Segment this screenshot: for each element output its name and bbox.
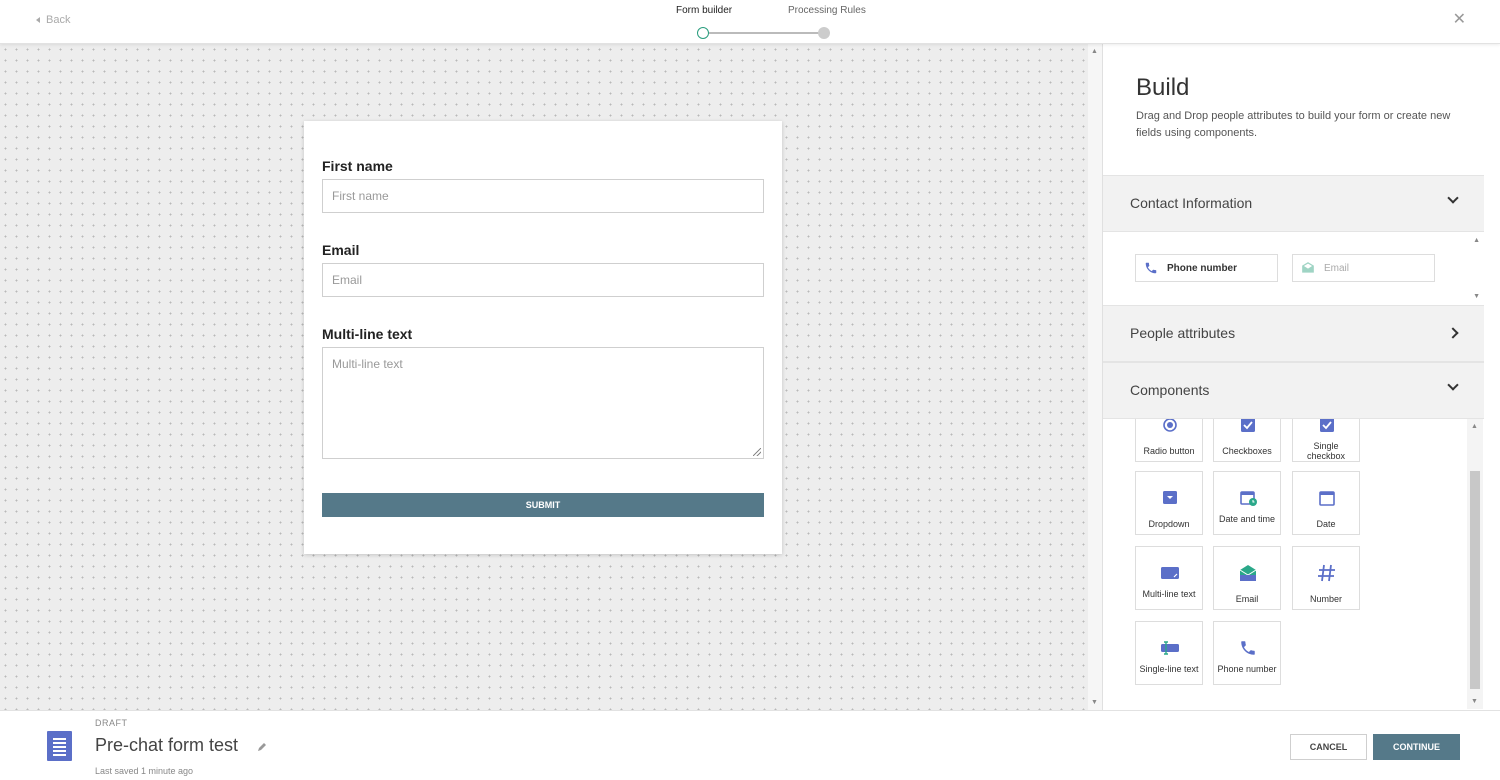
close-icon[interactable]: ✕ — [1453, 12, 1466, 28]
form-name: Pre-chat form test — [95, 735, 239, 755]
component-label: Multi-line text — [1142, 589, 1196, 599]
attribute-label: Phone number — [1167, 262, 1238, 274]
section-title: Contact Information — [1130, 195, 1253, 211]
component-checkboxes[interactable]: Checkboxes — [1213, 419, 1281, 462]
component-label: Date and time — [1218, 514, 1276, 524]
scroll-down-icon[interactable]: ▼ — [1091, 699, 1098, 706]
components-grid: Radio button Checkboxes Single checkbox … — [1103, 419, 1484, 709]
form-canvas: First name First name Email Email Multi-… — [0, 44, 1088, 710]
attribute-label: Email — [1324, 262, 1350, 274]
component-date[interactable]: Date — [1292, 471, 1360, 535]
stepper-line — [709, 32, 819, 34]
step-form-builder[interactable]: Form builder — [676, 5, 732, 16]
panel-description: Drag and Drop people attributes to build… — [1136, 110, 1451, 139]
component-label: Checkboxes — [1222, 446, 1272, 456]
first-name-input[interactable]: First name — [322, 179, 764, 213]
canvas-scrollbar[interactable]: ▲ ▼ — [1088, 44, 1102, 710]
component-label: Phone number — [1217, 664, 1277, 674]
component-single-line-text[interactable]: Single-line text — [1135, 621, 1203, 685]
chevron-right-icon — [1447, 327, 1459, 339]
chevron-down-icon — [1447, 192, 1459, 204]
status-badge: DRAFT — [95, 718, 128, 728]
form-document-icon — [47, 731, 72, 761]
component-email[interactable]: Email — [1213, 546, 1281, 610]
phone-icon — [1145, 262, 1157, 274]
checkbox-icon — [1241, 419, 1255, 432]
date-time-icon — [1240, 491, 1257, 506]
attribute-email[interactable]: Email — [1292, 254, 1435, 282]
pencil-icon[interactable] — [257, 742, 267, 752]
component-single-checkbox[interactable]: Single checkbox — [1292, 419, 1360, 462]
contact-attributes-list: Phone number Email ▲ ▼ — [1103, 232, 1484, 305]
component-label: Single checkbox — [1306, 441, 1346, 461]
scroll-down-icon[interactable]: ▼ — [1473, 293, 1480, 300]
envelope-icon — [1239, 565, 1257, 581]
component-multi-line-text[interactable]: Multi-line text — [1135, 546, 1203, 610]
component-label: Single-line text — [1139, 664, 1199, 674]
section-title: Components — [1130, 382, 1210, 398]
text-field-icon — [1161, 641, 1179, 655]
scrollbar-thumb[interactable] — [1470, 471, 1480, 689]
attribute-phone-number[interactable]: Phone number — [1135, 254, 1278, 282]
component-radio-button[interactable]: Radio button — [1135, 419, 1203, 462]
section-title: People attributes — [1130, 325, 1236, 341]
form-preview-card: First name First name Email Email Multi-… — [304, 121, 782, 554]
component-label: Radio button — [1143, 446, 1195, 456]
section-people-attributes[interactable]: People attributes — [1103, 305, 1484, 362]
hash-icon — [1318, 564, 1335, 582]
component-phone-number[interactable]: Phone number — [1213, 621, 1281, 685]
footer-bar: DRAFT Pre-chat form test Last saved 1 mi… — [0, 710, 1500, 780]
last-saved-text: Last saved 1 minute ago — [95, 766, 194, 776]
build-panel: Build Drag and Drop people attributes to… — [1102, 44, 1484, 710]
email-input[interactable]: Email — [322, 263, 764, 297]
components-scrollbar[interactable]: ▲ ▼ — [1467, 419, 1483, 709]
continue-button[interactable]: CONTINUE — [1373, 734, 1460, 760]
dropdown-icon — [1163, 491, 1177, 504]
component-label: Number — [1309, 594, 1342, 604]
back-link[interactable]: Back — [36, 14, 70, 26]
component-label: Email — [1235, 594, 1259, 604]
panel-title: Build — [1136, 74, 1190, 101]
checkbox-icon — [1320, 419, 1334, 432]
resize-grip-icon[interactable] — [753, 448, 761, 456]
scroll-down-icon[interactable]: ▼ — [1471, 698, 1478, 705]
back-label: Back — [46, 14, 71, 26]
section-contact-information[interactable]: Contact Information — [1103, 175, 1484, 232]
step-dot-next[interactable] — [818, 27, 830, 39]
component-number[interactable]: Number — [1292, 546, 1360, 610]
submit-button[interactable]: SUBMIT — [322, 493, 764, 517]
radio-icon — [1163, 419, 1177, 432]
field-label-email: Email — [322, 242, 360, 258]
step-processing-rules[interactable]: Processing Rules — [788, 5, 866, 16]
chevron-left-icon — [36, 17, 40, 23]
calendar-icon — [1319, 491, 1335, 506]
envelope-icon — [1302, 262, 1314, 273]
chevron-down-icon — [1447, 379, 1459, 391]
component-date-and-time[interactable]: Date and time — [1213, 471, 1281, 535]
multiline-placeholder: Multi-line text — [332, 357, 403, 371]
step-dot-current[interactable] — [697, 27, 709, 39]
top-bar: Back Form builder Processing Rules ✕ — [0, 0, 1500, 44]
field-label-first-name: First name — [322, 158, 393, 174]
component-label: Dropdown — [1148, 519, 1190, 529]
scroll-up-icon[interactable]: ▲ — [1471, 423, 1478, 430]
scroll-up-icon[interactable]: ▲ — [1473, 237, 1480, 244]
build-panel-header: Build Drag and Drop people attributes to… — [1103, 44, 1484, 175]
cancel-button[interactable]: CANCEL — [1290, 734, 1367, 760]
scroll-up-icon[interactable]: ▲ — [1091, 48, 1098, 55]
component-label: Date — [1316, 519, 1336, 529]
phone-icon — [1241, 641, 1255, 655]
multiline-textarea[interactable]: Multi-line text — [322, 347, 764, 459]
section-components[interactable]: Components — [1103, 362, 1484, 419]
component-dropdown[interactable]: Dropdown — [1135, 471, 1203, 535]
field-label-multiline: Multi-line text — [322, 326, 413, 342]
multiline-icon — [1161, 567, 1179, 579]
